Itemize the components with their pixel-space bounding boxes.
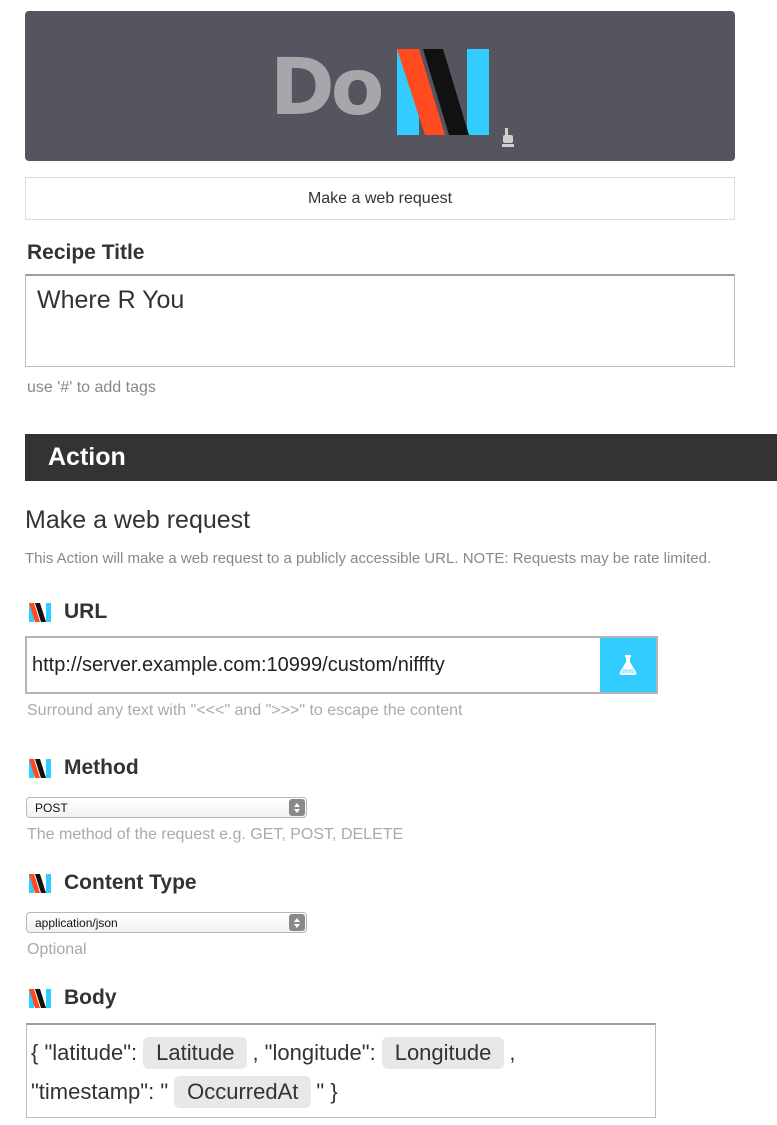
body-text-segment: , "longitude": bbox=[252, 1039, 376, 1065]
m-channel-icon bbox=[29, 758, 51, 778]
url-label-text: URL bbox=[64, 600, 108, 623]
do-m-logo bbox=[397, 49, 489, 135]
m-channel-icon bbox=[29, 602, 51, 622]
action-section-header: Action bbox=[25, 434, 777, 481]
content-type-selected-value: application/json bbox=[35, 915, 118, 930]
header-banner: Do bbox=[25, 11, 735, 161]
method-hint: The method of the request e.g. GET, POST… bbox=[27, 826, 404, 843]
section-title: Action bbox=[48, 443, 126, 471]
select-arrows-icon bbox=[289, 799, 305, 816]
action-select-button[interactable]: Make a web request bbox=[25, 177, 735, 220]
m-channel-icon bbox=[29, 988, 51, 1008]
select-arrows-icon bbox=[289, 914, 305, 931]
m-channel-icon bbox=[29, 873, 51, 893]
body-label: Body bbox=[29, 986, 117, 1010]
flask-icon bbox=[619, 655, 637, 675]
body-line-1: { "latitude": Latitude , "longitude": Lo… bbox=[31, 1033, 651, 1072]
content-type-label: Content Type bbox=[29, 871, 197, 895]
ingredient-occurred-at[interactable]: OccurredAt bbox=[174, 1075, 312, 1108]
body-text-segment: " } bbox=[316, 1078, 338, 1104]
body-input[interactable]: { "latitude": Latitude , "longitude": Lo… bbox=[26, 1023, 656, 1118]
ingredient-longitude[interactable]: Longitude bbox=[381, 1036, 505, 1069]
url-hint: Surround any text with "<<<" and ">>>" t… bbox=[27, 702, 463, 719]
method-selected-value: POST bbox=[35, 800, 68, 815]
content-type-select[interactable]: application/json bbox=[26, 912, 307, 933]
body-label-text: Body bbox=[64, 986, 117, 1009]
content-type-hint: Optional bbox=[27, 941, 87, 958]
url-field[interactable]: http://server.example.com:10999/custom/n… bbox=[25, 636, 658, 694]
body-text-segment: "timestamp": " bbox=[31, 1078, 169, 1104]
test-url-button[interactable] bbox=[600, 638, 656, 692]
pointer-finger-icon bbox=[502, 128, 514, 147]
recipe-title-input[interactable]: Where R You bbox=[25, 274, 735, 367]
url-label: URL bbox=[29, 600, 107, 624]
logo-do-text: Do bbox=[270, 43, 384, 133]
method-label: Method bbox=[29, 756, 139, 780]
body-line-2: "timestamp": " OccurredAt " } bbox=[31, 1072, 651, 1111]
action-title: Make a web request bbox=[25, 506, 251, 534]
content-type-label-text: Content Type bbox=[64, 871, 197, 894]
url-input[interactable]: http://server.example.com:10999/custom/n… bbox=[27, 638, 600, 692]
body-text-segment: , bbox=[509, 1039, 516, 1065]
method-select[interactable]: POST bbox=[26, 797, 307, 818]
recipe-title-label: Recipe Title bbox=[27, 241, 145, 264]
action-description: This Action will make a web request to a… bbox=[25, 550, 712, 567]
method-label-text: Method bbox=[64, 756, 139, 779]
ingredient-latitude[interactable]: Latitude bbox=[143, 1036, 248, 1069]
body-text-segment: { "latitude": bbox=[31, 1039, 138, 1065]
recipe-title-hint: use '#' to add tags bbox=[27, 379, 156, 396]
